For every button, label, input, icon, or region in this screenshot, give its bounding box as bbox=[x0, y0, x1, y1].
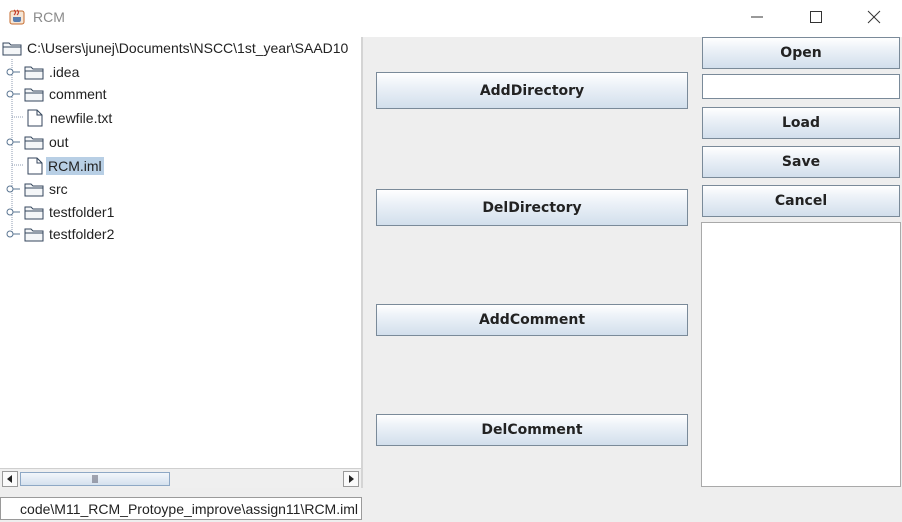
tree-item-out[interactable]: out bbox=[0, 131, 70, 153]
open-button[interactable]: Open bbox=[702, 37, 900, 69]
tree-item-label: out bbox=[49, 134, 69, 150]
folder-icon bbox=[24, 226, 44, 242]
tree-item-label-selected: RCM.iml bbox=[46, 157, 104, 175]
expand-handle-icon[interactable] bbox=[4, 67, 20, 77]
arrow-left-icon bbox=[7, 475, 12, 483]
tree-item-label: newfile.txt bbox=[50, 110, 113, 126]
file-icon bbox=[27, 109, 43, 127]
file-icon bbox=[27, 157, 43, 175]
tree-item-rcm-iml[interactable]: RCM.iml bbox=[24, 155, 104, 177]
minimize-button[interactable] bbox=[728, 0, 786, 34]
tree-item-comment[interactable]: comment bbox=[0, 83, 109, 105]
filename-input[interactable] bbox=[702, 74, 900, 99]
tree-root[interactable]: C:\Users\junej\Documents\NSCC\1st_year\S… bbox=[0, 37, 350, 59]
scroll-right-button[interactable] bbox=[343, 471, 359, 487]
save-button[interactable]: Save bbox=[702, 146, 900, 178]
add-directory-button[interactable]: AddDirectory bbox=[376, 72, 688, 109]
file-ops-panel: Open Load Save Cancel bbox=[700, 37, 902, 488]
scroll-thumb[interactable] bbox=[20, 472, 170, 486]
del-comment-button[interactable]: DelComment bbox=[376, 414, 688, 446]
window-title: RCM bbox=[33, 9, 65, 25]
tree-item-label: .idea bbox=[49, 64, 80, 80]
maximize-button[interactable] bbox=[787, 0, 845, 34]
expand-handle-icon[interactable] bbox=[4, 184, 20, 194]
scroll-left-button[interactable] bbox=[2, 471, 18, 487]
folder-icon bbox=[24, 204, 44, 220]
tree-item-idea[interactable]: .idea bbox=[0, 61, 81, 83]
del-directory-button[interactable]: DelDirectory bbox=[376, 189, 688, 226]
folder-icon bbox=[24, 64, 44, 80]
tree-item-label: src bbox=[49, 181, 68, 197]
close-button[interactable] bbox=[845, 0, 902, 34]
grip-icon bbox=[92, 475, 98, 483]
tree-item-testfolder1[interactable]: testfolder1 bbox=[0, 201, 116, 223]
selected-path-field[interactable]: code\M11_RCM_Protoype_improve\assign11\R… bbox=[0, 497, 362, 520]
file-tree[interactable]: C:\Users\junej\Documents\NSCC\1st_year\S… bbox=[0, 37, 361, 468]
expand-handle-icon[interactable] bbox=[4, 89, 20, 99]
arrow-right-icon bbox=[349, 475, 354, 483]
expand-handle-icon[interactable] bbox=[4, 229, 20, 239]
tree-item-label: comment bbox=[49, 86, 107, 102]
tree-item-label: testfolder2 bbox=[49, 226, 115, 242]
horizontal-scrollbar[interactable] bbox=[0, 468, 361, 489]
tree-root-label: C:\Users\junej\Documents\NSCC\1st_year\S… bbox=[27, 40, 349, 56]
tree-item-label: testfolder1 bbox=[49, 204, 115, 220]
tree-item-src[interactable]: src bbox=[0, 178, 70, 200]
cancel-button[interactable]: Cancel bbox=[702, 185, 900, 217]
expand-handle-icon[interactable] bbox=[4, 137, 20, 147]
expand-handle-icon[interactable] bbox=[4, 207, 20, 217]
folder-icon bbox=[24, 181, 44, 197]
load-button[interactable]: Load bbox=[702, 107, 900, 139]
java-coffee-icon bbox=[8, 8, 26, 26]
comment-list[interactable] bbox=[701, 222, 901, 487]
actions-panel: AddDirectory DelDirectory AddComment Del… bbox=[363, 37, 700, 488]
add-comment-button[interactable]: AddComment bbox=[376, 304, 688, 336]
status-bar: code\M11_RCM_Protoype_improve\assign11\R… bbox=[0, 488, 902, 522]
folder-open-icon bbox=[2, 40, 22, 56]
title-bar: RCM bbox=[0, 0, 902, 36]
tree-item-newfile[interactable]: newfile.txt bbox=[24, 107, 114, 129]
tree-item-testfolder2[interactable]: testfolder2 bbox=[0, 223, 116, 245]
folder-icon bbox=[24, 86, 44, 102]
folder-icon bbox=[24, 134, 44, 150]
